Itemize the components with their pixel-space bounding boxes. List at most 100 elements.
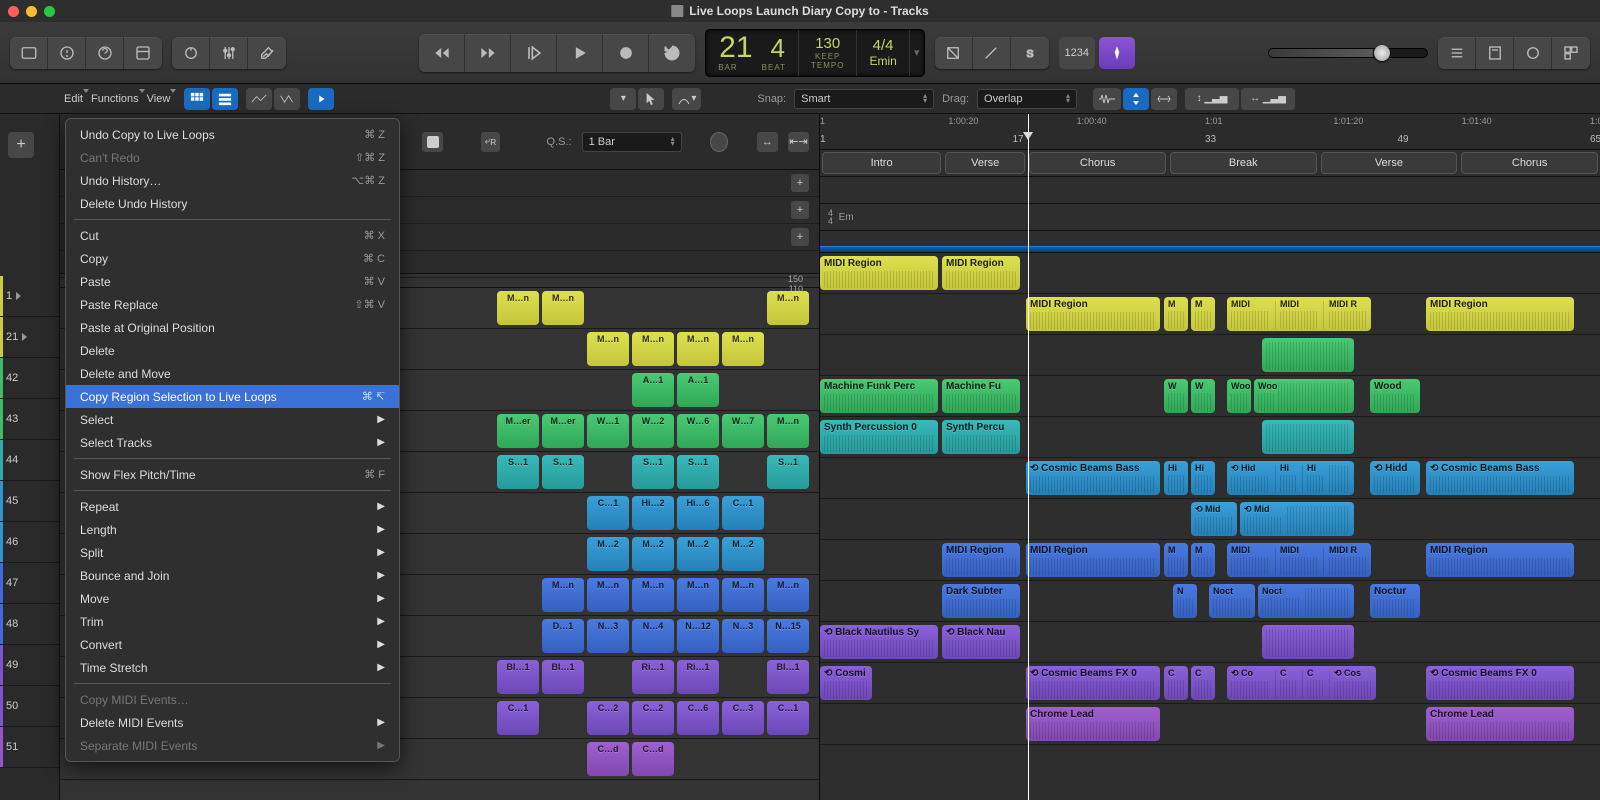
region[interactable]: Hi <box>1303 461 1327 495</box>
ruler[interactable]: 11:00:201:00:401:011:01:201:01:401:02117… <box>820 114 1600 150</box>
region[interactable]: MIDI Region <box>942 256 1020 290</box>
menu-item[interactable]: Repeat▶ <box>66 495 399 518</box>
notes-button[interactable] <box>1476 37 1514 69</box>
live-loops-cell[interactable]: M…n <box>632 578 674 612</box>
menu-item[interactable]: Split▶ <box>66 541 399 564</box>
track-header[interactable]: 50 <box>0 686 59 727</box>
track-lane[interactable]: Synth Percussion 0Synth Percu <box>820 417 1600 458</box>
live-loops-cell[interactable]: M…2 <box>722 537 764 571</box>
lcd-display[interactable]: 21 4 BAR BEAT 130 KEEP TEMPO 4/4 Emin ▾ <box>705 29 925 77</box>
horizontal-zoom-slider[interactable]: ↔ ▁▃▅ <box>1241 88 1295 110</box>
live-loops-cell[interactable]: M…n <box>632 332 674 366</box>
smart-controls-button[interactable] <box>172 37 210 69</box>
arrangement-marker[interactable]: Chorus <box>1461 152 1598 174</box>
live-loops-cell[interactable]: W…6 <box>677 414 719 448</box>
track-header[interactable]: 51 <box>0 727 59 768</box>
live-loops-cell[interactable]: C…6 <box>677 701 719 735</box>
toolbar-toggle-button[interactable] <box>124 37 162 69</box>
menu-item[interactable]: Undo Copy to Live Loops⌘ Z <box>66 123 399 146</box>
live-loops-cell[interactable]: W…7 <box>722 414 764 448</box>
menu-item[interactable]: Copy⌘ C <box>66 247 399 270</box>
live-loops-cell[interactable]: M…2 <box>587 537 629 571</box>
add-track-button[interactable]: + <box>8 132 34 158</box>
live-loops-cell[interactable]: Bl…1 <box>767 660 809 694</box>
arrangement-marker[interactable]: Verse <box>1321 152 1458 174</box>
region[interactable]: Machine Fu <box>942 379 1020 413</box>
live-loops-cell[interactable]: C…d <box>632 742 674 776</box>
lcd-timesig[interactable]: 4/4 <box>873 37 894 54</box>
divider-toggle-button[interactable]: ↔ <box>757 132 778 152</box>
count-in-field[interactable]: 1234 <box>1059 37 1095 69</box>
region[interactable]: Noct <box>1258 584 1304 618</box>
forward-button[interactable] <box>465 34 511 72</box>
region[interactable]: MIDI R <box>1325 543 1371 577</box>
menu-item[interactable]: Paste at Original Position <box>66 316 399 339</box>
live-loops-cell[interactable]: Ri…1 <box>677 660 719 694</box>
region[interactable]: Chrome Lead <box>1426 707 1574 741</box>
live-loops-cell[interactable]: Hi…2 <box>632 496 674 530</box>
live-loops-cell[interactable]: M…n <box>587 332 629 366</box>
menu-item[interactable]: Delete <box>66 339 399 362</box>
master-volume[interactable] <box>1268 48 1428 58</box>
live-loops-cell[interactable]: A…1 <box>677 373 719 407</box>
live-loops-cell[interactable]: S…1 <box>632 455 674 489</box>
region[interactable]: Hi <box>1164 461 1188 495</box>
flex-button[interactable] <box>274 88 300 110</box>
live-loops-cell[interactable]: Bl…1 <box>497 660 539 694</box>
live-loops-cell[interactable]: M…n <box>542 578 584 612</box>
live-loops-cell[interactable]: C…1 <box>587 496 629 530</box>
track-lane[interactable]: Machine Funk PercMachine FuWoodWWWooWoo <box>820 376 1600 417</box>
tempo-track[interactable] <box>820 231 1600 253</box>
region[interactable]: Hi <box>1191 461 1215 495</box>
track-header[interactable]: 46 <box>0 522 59 563</box>
menu-item[interactable]: Move▶ <box>66 587 399 610</box>
region[interactable]: M <box>1164 297 1188 331</box>
live-loops-cell[interactable]: M…n <box>587 578 629 612</box>
live-loops-cell[interactable]: M…n <box>497 291 539 325</box>
autopunch-button[interactable] <box>973 37 1011 69</box>
track-lane[interactable]: ⟲ Cosmic Beams Bass⟲ Hidd⟲ Cosmic Beams … <box>820 458 1600 499</box>
region[interactable]: C <box>1164 666 1188 700</box>
region[interactable]: ⟲ Cosmi <box>820 666 872 700</box>
track-header[interactable]: 44 <box>0 440 59 481</box>
track-header[interactable]: 45 <box>0 481 59 522</box>
track-lane[interactable] <box>820 335 1600 376</box>
stop-button[interactable] <box>511 34 557 72</box>
quick-help-button[interactable] <box>86 37 124 69</box>
live-loops-cell[interactable]: N…3 <box>587 619 629 653</box>
lcd-key[interactable]: Emin <box>869 54 896 68</box>
region[interactable]: C <box>1276 666 1300 700</box>
region[interactable]: Noctur <box>1370 584 1420 618</box>
waveform-zoom-button[interactable] <box>1093 88 1121 110</box>
vertical-zoom-slider[interactable]: ↕ ▁▃▅ <box>1185 88 1239 110</box>
region[interactable]: C <box>1191 666 1215 700</box>
region[interactable]: Woo <box>1254 379 1278 413</box>
zoom-window-button[interactable] <box>44 6 55 17</box>
mixer-button[interactable] <box>210 37 248 69</box>
snap-select[interactable]: Smart▴▾ <box>794 89 934 109</box>
signature-track[interactable]: 44 Em <box>820 204 1600 231</box>
live-loops-cell[interactable]: C…d <box>587 742 629 776</box>
menu-item[interactable]: Length▶ <box>66 518 399 541</box>
region[interactable]: MIDI <box>1227 543 1273 577</box>
menu-item[interactable]: Delete MIDI Events▶ <box>66 711 399 734</box>
edit-menu-button[interactable]: Edit <box>64 93 89 105</box>
region[interactable]: MIDI <box>1227 297 1273 331</box>
menu-item[interactable]: Delete and Move <box>66 362 399 385</box>
key-signature[interactable]: Em <box>839 212 854 223</box>
lcd-bar[interactable]: 21 <box>719 33 752 63</box>
solo-button[interactable]: S <box>1011 37 1049 69</box>
region[interactable]: W <box>1164 379 1188 413</box>
quantize-start-select[interactable]: 1 Bar▴▾ <box>582 132 682 152</box>
track-header[interactable]: 1 <box>0 276 59 317</box>
region[interactable]: ⟲ Mid <box>1240 502 1286 536</box>
media-browser-button[interactable] <box>1552 37 1590 69</box>
region[interactable] <box>1262 625 1354 659</box>
menu-item[interactable]: Select Tracks▶ <box>66 431 399 454</box>
region[interactable]: MIDI Region <box>1426 543 1574 577</box>
library-button[interactable] <box>10 37 48 69</box>
menu-item[interactable]: Show Flex Pitch/Time⌘ F <box>66 463 399 486</box>
pointer-tool[interactable]: ▾ <box>610 88 636 110</box>
playhead[interactable] <box>1028 114 1029 800</box>
track-header[interactable]: 21 <box>0 317 59 358</box>
